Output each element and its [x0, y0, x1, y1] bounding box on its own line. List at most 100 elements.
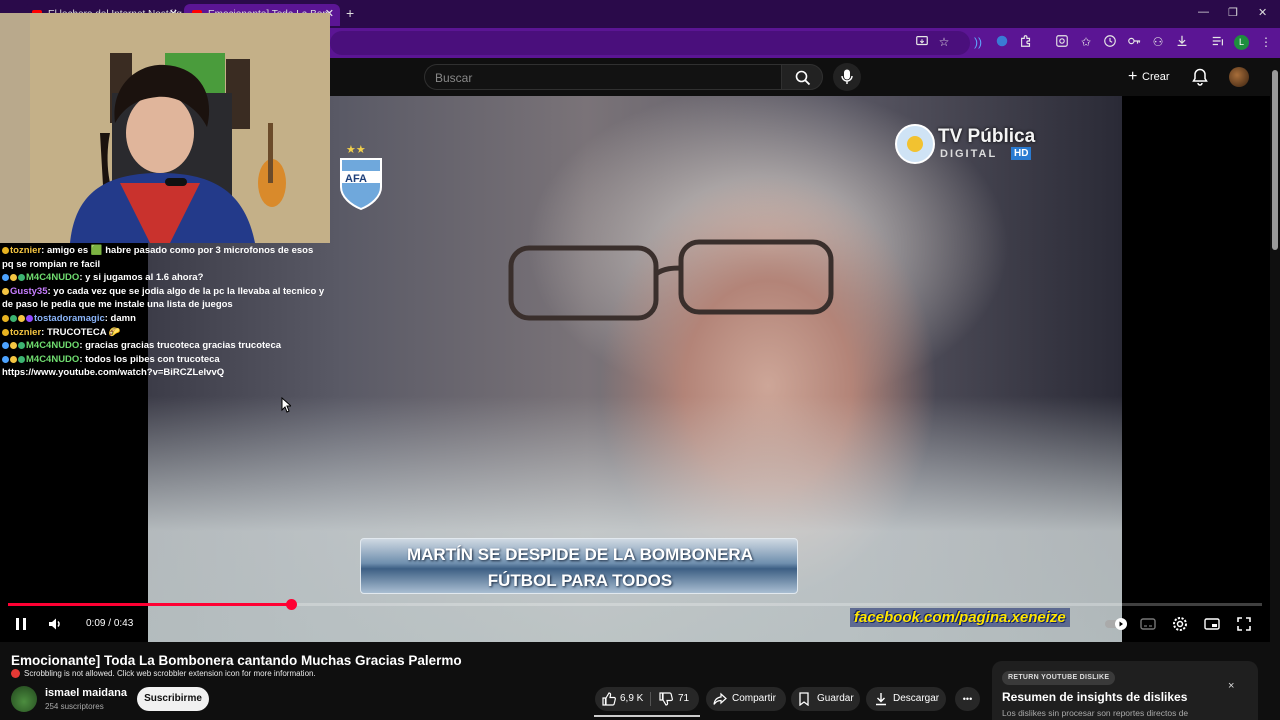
game-controller-icon[interactable]: ⚇	[1150, 34, 1166, 50]
channel-name[interactable]: ismael maidana	[45, 687, 127, 699]
save-button[interactable]: Guardar	[791, 687, 860, 711]
install-app-icon[interactable]	[914, 34, 930, 50]
autoplay-toggle-icon[interactable]	[1104, 616, 1128, 632]
chat-badge-icon	[18, 342, 25, 350]
maximize-button[interactable]: ❐	[1228, 6, 1238, 19]
chat-username[interactable]: Gusty35	[10, 286, 48, 297]
chat-badge-icon	[2, 328, 9, 336]
fullscreen-icon[interactable]	[1236, 616, 1252, 632]
chat-username[interactable]: M4C4NUDO	[26, 272, 79, 283]
pause-icon[interactable]	[14, 616, 28, 632]
chat-badge-icon	[18, 274, 25, 282]
address-bar[interactable]	[330, 31, 970, 55]
chat-text: : amigo es 🟩 habre pasado como por 3 mic…	[2, 245, 314, 270]
favorites-icon[interactable]: ✩	[1078, 34, 1094, 50]
create-button[interactable]: + Crear	[1124, 66, 1170, 88]
chat-badge-icon	[2, 342, 9, 350]
page-scrollbar[interactable]	[1270, 60, 1280, 720]
close-icon[interactable]: ×	[1228, 680, 1234, 692]
thumbs-up-icon[interactable]	[602, 692, 616, 706]
miniplayer-icon[interactable]	[1204, 616, 1220, 632]
time-display: 0:09 / 0:43	[86, 618, 133, 629]
chat-badge-icon	[18, 355, 25, 363]
chat-message: M4C4NUDO: todos los pibes con trucoteca …	[0, 353, 330, 380]
chat-badge-icon	[10, 314, 17, 322]
channel-hd-badge: HD	[1011, 147, 1032, 160]
like-ratio-bar	[594, 715, 700, 717]
total-time: 0:43	[113, 618, 134, 629]
dislike-count[interactable]: 71	[678, 687, 689, 711]
progress-fill	[8, 603, 292, 606]
extension-wave-icon[interactable]: ))	[970, 34, 986, 50]
share-button[interactable]: Compartir	[706, 687, 786, 711]
subscriber-count: 254 suscriptores	[45, 702, 104, 711]
browser-menu-icon[interactable]: ⋮	[1258, 34, 1274, 50]
download-button[interactable]: Descargar	[866, 687, 946, 711]
microphone-icon	[841, 69, 853, 84]
create-label: Crear	[1142, 71, 1170, 83]
channel-logo-sub: DIGITAL	[940, 148, 998, 160]
chat-badge-icon	[10, 342, 17, 350]
history-icon[interactable]	[1102, 34, 1118, 50]
scrobble-text: Scrobbling is not allowed. Click web scr…	[24, 669, 316, 678]
chat-username[interactable]: toznier	[10, 327, 41, 338]
chat-badge-icon	[2, 287, 9, 295]
afa-crest-icon: ★★ AFA	[340, 144, 382, 211]
password-key-icon[interactable]	[1126, 34, 1142, 50]
search-input[interactable]: Buscar	[424, 64, 782, 90]
glasses-shape	[508, 239, 834, 321]
bookmark-star-icon[interactable]: ☆	[936, 34, 952, 50]
share-icon	[713, 692, 727, 705]
extension-blue-icon[interactable]	[994, 34, 1010, 50]
download-label: Descargar	[893, 693, 940, 704]
chat-badge-icon	[26, 314, 33, 322]
lower-third-line1: MARTÍN SE DESPIDE DE LA BOMBONERA	[406, 545, 753, 564]
facebook-watermark: facebook.com/pagina.xeneize	[850, 608, 1070, 627]
chat-username[interactable]: toznier	[10, 245, 41, 256]
download-icon[interactable]	[1174, 34, 1190, 50]
progress-bar[interactable]	[8, 599, 1262, 610]
account-avatar[interactable]	[1229, 67, 1249, 87]
subscribe-button[interactable]: Suscribirme	[137, 687, 209, 711]
browser-profile-avatar[interactable]: L	[1234, 35, 1249, 50]
download-arrow-icon	[876, 693, 886, 706]
save-label: Guardar	[817, 693, 854, 704]
ryd-description: Los dislikes sin procesar son reportes d…	[1002, 708, 1189, 718]
screenshot-icon[interactable]	[1054, 34, 1070, 50]
minimize-button[interactable]: —	[1198, 6, 1209, 18]
new-tab-button[interactable]: +	[346, 5, 354, 21]
warning-icon	[11, 669, 20, 678]
like-count[interactable]: 6,9 K	[620, 687, 643, 711]
voice-search-button[interactable]	[833, 63, 861, 91]
like-dislike-pill: 6,9 K 71	[595, 687, 699, 711]
chat-message: tostadoramagic: damn	[0, 312, 330, 326]
chat-badge-icon	[2, 314, 9, 322]
settings-gear-icon[interactable]	[1172, 616, 1188, 632]
channel-avatar[interactable]	[11, 686, 37, 712]
chat-message: M4C4NUDO: gracias gracias trucoteca grac…	[0, 339, 330, 353]
chat-text: : y si jugamos al 1.6 ahora?	[79, 272, 204, 284]
close-window-button[interactable]: ✕	[1258, 6, 1267, 19]
chat-badge-icon	[10, 274, 17, 282]
extensions-puzzle-icon[interactable]	[1018, 34, 1034, 50]
channel-logo-text: TV Pública	[938, 126, 1036, 147]
streamer-webcam	[0, 13, 330, 243]
chat-badge-icon	[10, 355, 17, 363]
notifications-bell-icon[interactable]	[1192, 68, 1208, 86]
video-title: Emocionante] Toda La Bombonera cantando …	[11, 653, 462, 668]
current-time: 0:09	[86, 618, 106, 629]
chat-text: : TRUCOTECA 🌮	[41, 326, 121, 338]
chat-text: : yo cada vez que se jodia algo de la pc…	[2, 285, 325, 311]
captions-icon[interactable]	[1140, 616, 1156, 632]
more-actions-button[interactable]: •••	[955, 687, 980, 711]
scrollbar-thumb[interactable]	[1272, 70, 1278, 250]
chat-username[interactable]: M4C4NUDO	[26, 340, 79, 351]
reading-list-icon[interactable]	[1210, 34, 1226, 50]
thumbs-down-icon[interactable]	[659, 692, 673, 706]
volume-icon[interactable]	[47, 616, 63, 632]
search-button[interactable]	[781, 64, 823, 90]
webcam-scene-illustration	[0, 13, 330, 243]
chat-username[interactable]: tostadoramagic	[34, 313, 105, 324]
mouse-cursor-icon	[281, 397, 291, 413]
chat-username[interactable]: M4C4NUDO	[26, 354, 79, 365]
